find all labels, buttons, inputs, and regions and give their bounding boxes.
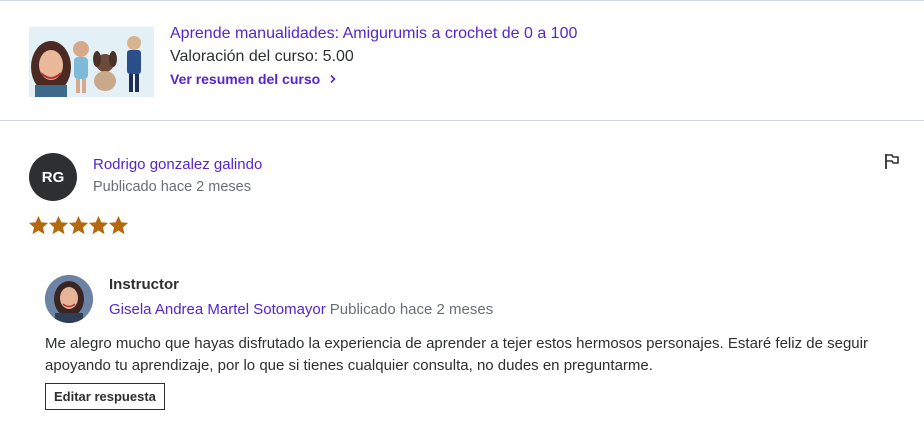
instructor-response-date: Publicado hace 2 meses [329, 301, 494, 318]
review-date: Publicado hace 2 meses [93, 179, 251, 195]
course-thumbnail[interactable] [29, 27, 154, 97]
course-rating: Valoración del curso: 5.00 [170, 48, 354, 65]
course-summary-link[interactable]: Ver resumen del curso [170, 71, 338, 87]
star-icon [109, 216, 128, 235]
star-rating [29, 216, 128, 235]
instructor-meta: Gisela Andrea Martel Sotomayor Publicado … [109, 301, 493, 318]
course-summary-link-label: Ver resumen del curso [170, 71, 321, 87]
instructor-response-text: Me alegro mucho que hayas disfrutado la … [45, 335, 868, 374]
course-title[interactable]: Aprende manualidades: Amigurumis a croch… [170, 25, 577, 43]
star-icon [89, 216, 108, 235]
star-icon [29, 216, 48, 235]
instructor-avatar [45, 275, 93, 323]
reviewer-name[interactable]: Rodrigo gonzalez galindo [93, 156, 262, 173]
chevron-right-icon [328, 74, 338, 84]
star-icon [49, 216, 68, 235]
star-icon [69, 216, 88, 235]
instructor-name[interactable]: Gisela Andrea Martel Sotomayor [109, 301, 326, 318]
instructor-label: Instructor [109, 276, 180, 293]
flag-icon[interactable] [883, 152, 901, 170]
avatar: RG [29, 153, 77, 201]
course-summary: Aprende manualidades: Amigurumis a croch… [0, 1, 924, 121]
edit-response-button[interactable]: Editar respuesta [45, 383, 165, 410]
